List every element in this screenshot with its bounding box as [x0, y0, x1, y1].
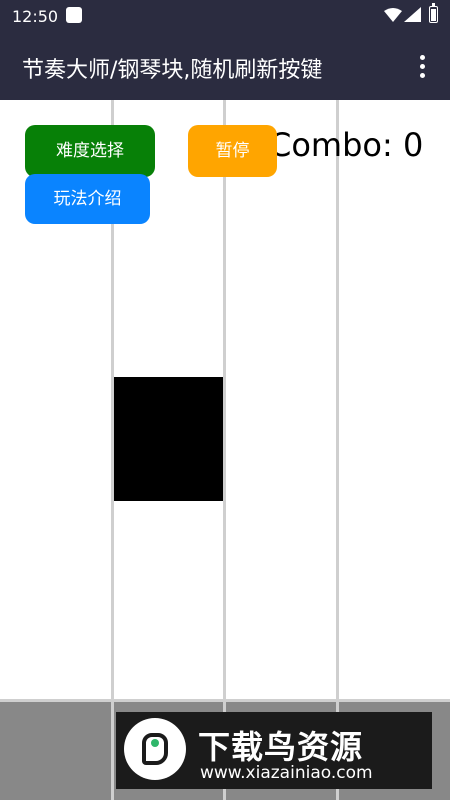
overflow-menu-icon[interactable]: [412, 52, 432, 82]
combo-counter: Combo: 0: [269, 126, 424, 164]
status-bar: 12:50: [0, 0, 450, 34]
piano-tile[interactable]: [114, 377, 223, 501]
difficulty-select-button[interactable]: 难度选择: [25, 125, 155, 177]
cell-signal-icon: [404, 7, 421, 22]
page-title: 节奏大师/钢琴块,随机刷新按键: [22, 58, 323, 83]
wifi-icon: [384, 8, 402, 22]
battery-icon: [429, 3, 438, 23]
lane-divider: [336, 100, 339, 800]
app-notification-icon: [66, 7, 82, 23]
watermark-banner: 下载鸟资源 www.xiazainiao.com: [116, 712, 432, 789]
app-bar: 节奏大师/钢琴块,随机刷新按键: [0, 34, 450, 100]
bird-logo-icon: [124, 718, 186, 780]
watermark-url: www.xiazainiao.com: [200, 763, 373, 783]
game-board[interactable]: 难度选择 玩法介绍 Combo: 0 暂停 下载鸟资源 www.xiazaini…: [0, 100, 450, 800]
lane-divider: [111, 702, 114, 800]
watermark-title: 下载鸟资源: [198, 728, 364, 766]
status-time: 12:50: [12, 7, 59, 26]
how-to-play-button[interactable]: 玩法介绍: [25, 174, 150, 224]
pause-button[interactable]: 暂停: [188, 125, 277, 177]
lane-divider: [223, 100, 226, 800]
